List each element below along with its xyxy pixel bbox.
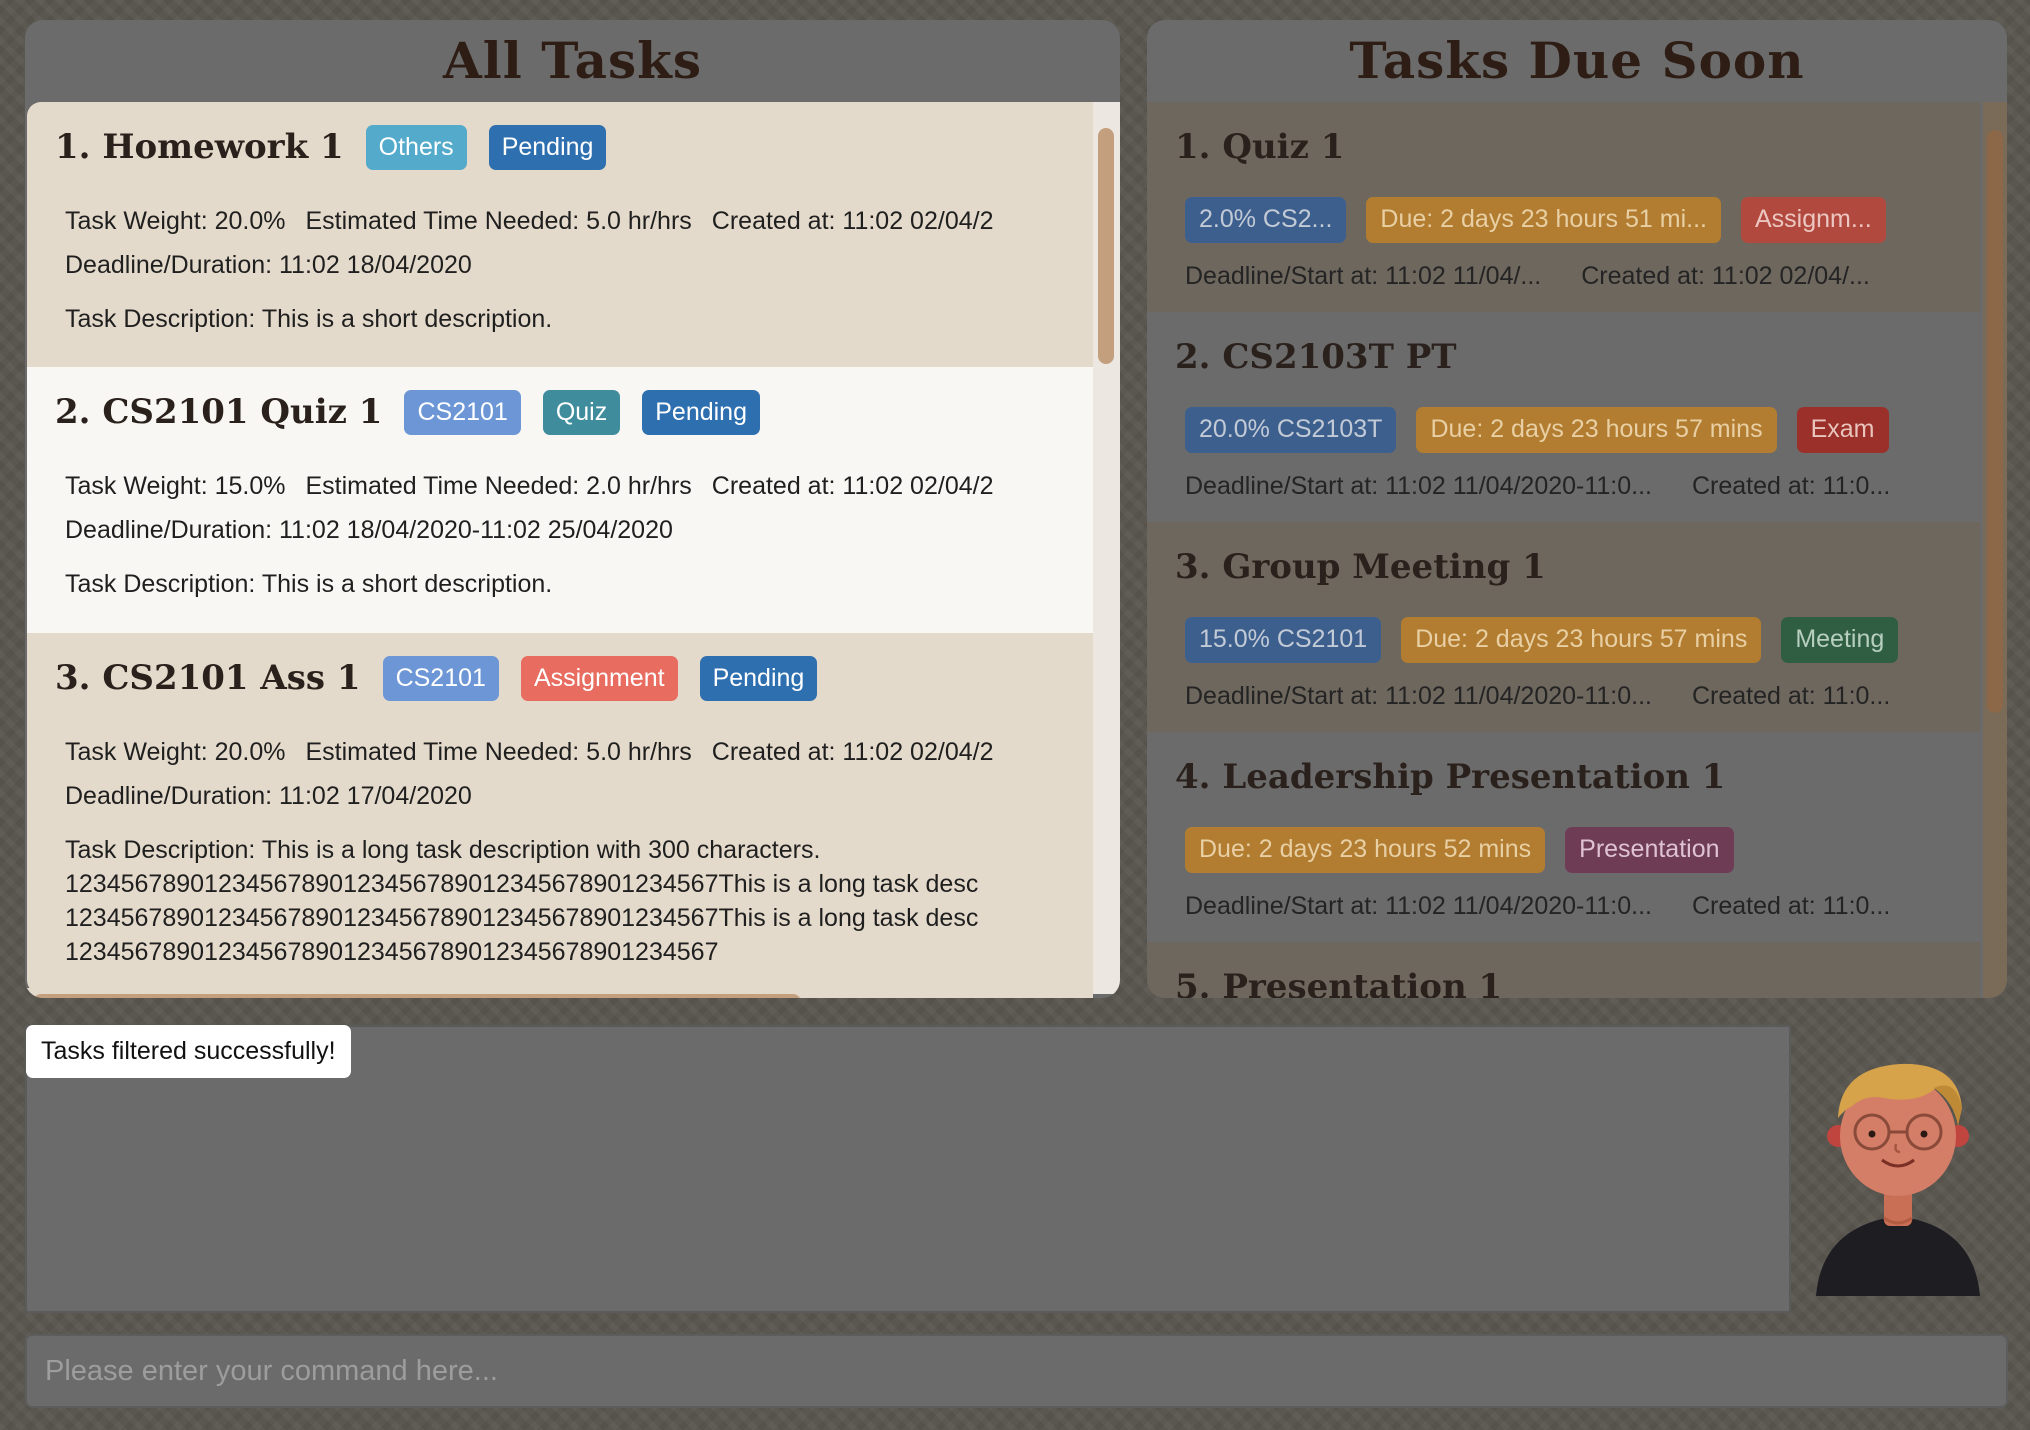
task-description: Task Description: This is a long task de… <box>65 836 821 864</box>
due-soon-card[interactable]: 3. Group Meeting 1 15.0% CS2101 Due: 2 d… <box>1147 522 1980 732</box>
task-deadline: Deadline/Duration: 11:02 18/04/2020 <box>65 251 472 279</box>
module-tag: CS2101 <box>404 389 521 435</box>
category-tag: Others <box>365 124 467 170</box>
due-soon-card[interactable]: 2. CS2103T PT 20.0% CS2103T Due: 2 days … <box>1147 312 1980 522</box>
task-created: Created at: 11:02 02/04/2 <box>711 207 994 235</box>
type-tag: Presentation <box>1565 827 1734 873</box>
tasks-due-soon-panel: Tasks Due Soon 1. Quiz 1 2.0% CS2... Due… <box>1147 20 2007 998</box>
due-soon-card[interactable]: 4. Leadership Presentation 1 Due: 2 days… <box>1147 732 1980 942</box>
command-input[interactable] <box>25 1334 2008 1408</box>
status-tag: Pending <box>488 124 607 170</box>
task-deadline: Deadline/Duration: 11:02 17/04/2020 <box>65 782 472 810</box>
tasks-due-soon-vertical-scroll-thumb[interactable] <box>1987 130 2003 713</box>
due-soon-deadline: Deadline/Start at: 11:02 11/04/2020-11:0… <box>1185 892 1652 920</box>
task-created: Created at: 11:02 02/04/2 <box>711 472 994 500</box>
due-soon-card-title: 5. Presentation 1 <box>1175 967 1503 998</box>
tasks-due-soon-list[interactable]: 1. Quiz 1 2.0% CS2... Due: 2 days 23 hou… <box>1147 102 1980 998</box>
due-soon-card[interactable]: 1. Quiz 1 2.0% CS2... Due: 2 days 23 hou… <box>1147 102 1980 312</box>
due-soon-card-title: 1. Quiz 1 <box>1175 127 1345 167</box>
type-tag: Exam <box>1796 407 1889 453</box>
due-soon-created: Created at: 11:02 02/04/... <box>1581 262 1870 290</box>
task-weight: Task Weight: 15.0% <box>65 472 286 500</box>
due-countdown-tag: Due: 2 days 23 hours 52 mins <box>1185 827 1546 873</box>
task-description: Task Description: This is a short descri… <box>65 305 553 333</box>
task-weight: Task Weight: 20.0% <box>65 738 286 766</box>
status-tag: Pending <box>642 389 760 435</box>
all-tasks-title: All Tasks <box>443 31 702 90</box>
type-tag: Quiz <box>542 389 621 435</box>
due-soon-card-info: Deadline/Start at: 11:02 11/04/2020-11:0… <box>1185 682 1890 711</box>
weight-module-tag: 15.0% CS2101 <box>1185 617 1382 663</box>
task-weight: Task Weight: 20.0% <box>65 207 286 235</box>
task-time-needed: Estimated Time Needed: 2.0 hr/hrs <box>305 472 692 500</box>
all-tasks-horizontal-scroll-thumb[interactable] <box>33 994 801 998</box>
task-description-line: 1234567890123456789012345678901234567890… <box>65 904 979 932</box>
task-card[interactable]: 2. CS2101 Quiz 1 CS2101 Quiz Pending Tas… <box>27 367 1093 633</box>
task-card-title: 3. CS2101 Ass 1 <box>55 658 361 698</box>
task-description: Task Description: This is a short descri… <box>65 570 553 598</box>
due-soon-card-info: Deadline/Start at: 11:02 11/04/2020-11:0… <box>1185 892 1890 921</box>
due-soon-deadline: Deadline/Start at: 11:02 11/04/... <box>1185 262 1542 290</box>
due-soon-card[interactable]: 5. Presentation 1 <box>1147 942 1980 998</box>
due-soon-card-title: 2. CS2103T PT <box>1175 337 1457 377</box>
weight-module-tag: 20.0% CS2103T <box>1185 407 1397 453</box>
task-time-needed: Estimated Time Needed: 5.0 hr/hrs <box>305 207 692 235</box>
tasks-due-soon-title: Tasks Due Soon <box>1349 31 1805 90</box>
task-created: Created at: 11:02 02/04/2 <box>711 738 994 766</box>
task-card[interactable]: 1. Homework 1 Others Pending Task Weight… <box>27 102 1093 367</box>
status-tag: Pending <box>699 655 818 701</box>
due-soon-deadline: Deadline/Start at: 11:02 11/04/2020-11:0… <box>1185 682 1652 710</box>
due-countdown-tag: Due: 2 days 23 hours 57 mins <box>1401 617 1762 663</box>
due-soon-card-title: 4. Leadership Presentation 1 <box>1175 757 1726 797</box>
task-card-title: 1. Homework 1 <box>55 127 344 167</box>
all-tasks-vertical-scroll-thumb[interactable] <box>1098 128 1114 364</box>
all-tasks-list[interactable]: 1. Homework 1 Others Pending Task Weight… <box>27 102 1093 994</box>
task-card[interactable]: 3. CS2101 Ass 1 CS2101 Assignment Pendin… <box>27 633 1093 994</box>
result-message: Tasks filtered successfully! <box>26 1025 351 1078</box>
due-soon-card-info: Deadline/Start at: 11:02 11/04/2020-11:0… <box>1185 472 1890 501</box>
due-soon-card-info: Deadline/Start at: 11:02 11/04/... Create… <box>1185 262 1870 291</box>
due-soon-created: Created at: 11:0... <box>1692 472 1891 500</box>
task-card-details: Task Weight: 20.0% Estimated Time Needed:… <box>65 207 993 236</box>
type-tag: Meeting <box>1781 617 1899 663</box>
due-countdown-tag: Due: 2 days 23 hours 57 mins <box>1416 407 1777 453</box>
type-tag: Assignment <box>520 655 678 701</box>
due-soon-created: Created at: 11:0... <box>1692 682 1891 710</box>
task-card-title: 2. CS2101 Quiz 1 <box>55 392 383 432</box>
type-tag: Assignm... <box>1740 197 1886 243</box>
module-tag: CS2101 <box>382 655 499 701</box>
due-soon-card-title: 3. Group Meeting 1 <box>1175 547 1546 587</box>
due-soon-created: Created at: 11:0... <box>1692 892 1891 920</box>
task-card-details: Task Weight: 15.0% Estimated Time Needed:… <box>65 472 993 501</box>
all-tasks-panel: All Tasks 1. Homework 1 Others Pending T… <box>25 20 1120 998</box>
task-description-line: 1234567890123456789012345678901234567890… <box>65 938 719 966</box>
due-soon-deadline: Deadline/Start at: 11:02 11/04/2020-11:0… <box>1185 472 1652 500</box>
task-time-needed: Estimated Time Needed: 5.0 hr/hrs <box>305 738 692 766</box>
due-countdown-tag: Due: 2 days 23 hours 51 mi... <box>1366 197 1721 243</box>
task-card-details: Task Weight: 20.0% Estimated Time Needed:… <box>65 738 993 767</box>
task-description-line: 1234567890123456789012345678901234567890… <box>65 870 979 898</box>
weight-module-tag: 2.0% CS2... <box>1185 197 1347 243</box>
cartoon-student-avatar-icon <box>1816 1063 1980 1296</box>
task-deadline: Deadline/Duration: 11:02 18/04/2020-11:0… <box>65 516 673 544</box>
